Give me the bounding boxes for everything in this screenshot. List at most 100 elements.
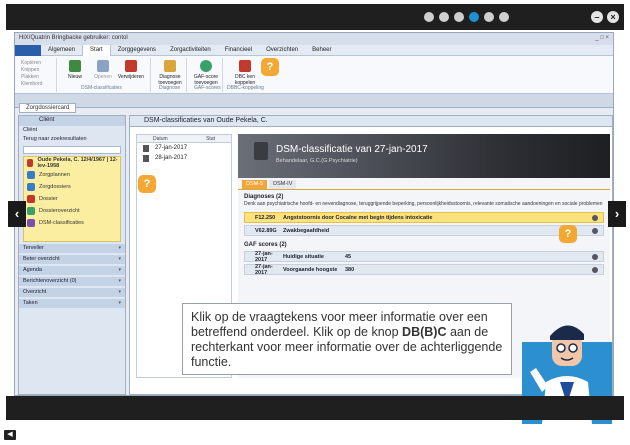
gaf-date: 27-jan-2017 <box>255 250 273 263</box>
left-section[interactable]: Berichtenoverzicht (0) ▾ <box>19 277 125 286</box>
left-section[interactable]: Terveller ▾ <box>19 244 125 253</box>
gaf-icon <box>200 60 212 72</box>
client-item-label: Zorgplannen <box>39 172 70 178</box>
gaf-row[interactable]: 27-jan-2017 Huidige situatie 45 <box>244 250 604 263</box>
group-label: Klembord <box>21 81 43 87</box>
gaf-group: GAF-score toevoegen GAF-scores <box>189 58 223 92</box>
window-title: HiX/Quatrin Bringbacke gebruiker: contol <box>19 35 128 41</box>
delete-button[interactable]: Verwijderen <box>117 60 145 80</box>
tooltip-button-name: DB(B)C <box>402 325 447 339</box>
client-item-icon <box>27 219 35 227</box>
ribbon-tab-beheer[interactable]: Beheer <box>305 45 338 56</box>
help-badge-datelist[interactable]: ? <box>138 175 156 193</box>
client-nav-item[interactable]: Dossieroverzicht <box>24 205 120 217</box>
pager-dot[interactable] <box>499 12 509 22</box>
client-item-label: Zorgdossiers <box>39 184 71 190</box>
client-nav-item[interactable]: Dossier <box>24 193 120 205</box>
left-section[interactable]: Agenda ▾ <box>19 266 125 275</box>
client-panel-header: Cliënt <box>19 116 125 126</box>
date-label: 28-jan-2017 <box>155 155 188 161</box>
delete-icon <box>125 60 137 72</box>
options-icon[interactable] <box>592 254 598 260</box>
ribbon-tab-zorgactiviteiten[interactable]: Zorgactiviteiten <box>163 45 218 56</box>
pager-dot[interactable] <box>439 12 449 22</box>
client-card: Oude Pekela, C. 12/4/1967 | 12-lev-1958 Z… <box>23 156 121 242</box>
dbc-group: DBC ken koppelen DBBC-koppeling <box>225 58 265 92</box>
date-list-item[interactable]: 27-jan-2017 <box>137 143 231 153</box>
minimize-icon[interactable]: – <box>591 11 603 23</box>
gaf-label: Voorgaande hoogste <box>283 266 338 273</box>
help-badge-diagnosis[interactable]: ? <box>559 225 577 243</box>
ribbon-tab-overzichten[interactable]: Overzichten <box>259 45 305 56</box>
document-tab[interactable]: Zorgdossiercard <box>19 103 77 113</box>
client-item-icon <box>27 207 35 215</box>
left-section-label: Berichtenoverzicht (0) <box>23 278 77 284</box>
new-button[interactable]: Nieuw <box>61 60 89 80</box>
left-section[interactable]: Beter overzicht ▾ <box>19 255 125 264</box>
open-button[interactable]: Openen <box>89 60 117 80</box>
gaf-row[interactable]: 27-jan-2017 Voorgaande hoogste 380 <box>244 264 604 276</box>
left-section[interactable]: Taken ▾ <box>19 299 125 308</box>
client-name: Oude Pekela, C. 12/4/1967 | 12-lev-1958 <box>24 157 120 169</box>
left-section-label: Beter overzicht <box>23 256 60 262</box>
client-item-label: Oude Pekela, C. 12/4/1967 | 12-lev-1958 <box>37 157 118 169</box>
next-arrow[interactable]: › <box>608 201 626 227</box>
group-label: GAF-scores <box>194 85 221 91</box>
back-to-results-link[interactable]: Terug naar zoekresultaten <box>19 135 125 144</box>
clipboard-command[interactable]: Plakken <box>21 74 52 81</box>
chevron-down-icon: ▾ <box>118 256 121 262</box>
file-tab[interactable] <box>15 44 41 56</box>
tab-dsm-iv[interactable]: DSM-IV <box>269 180 297 189</box>
clipboard-command[interactable]: Kopiëren <box>21 60 52 67</box>
client-panel-title: Cliënt <box>39 117 55 123</box>
diagnoses-title: Diagnoses (2) <box>244 194 284 200</box>
tab-dsm-5[interactable]: DSM-5 <box>242 180 268 189</box>
diagnosis-row[interactable]: V62.89G Zwakbegaafdheid <box>244 225 604 236</box>
tutorial-frame: – × HiX/Quatrin Bringbacke gebruiker: co… <box>0 0 630 426</box>
open-icon <box>97 60 109 72</box>
date-list-header: Datum Stat <box>137 135 231 143</box>
client-item-icon <box>27 171 35 179</box>
pager-dot[interactable] <box>424 12 434 22</box>
window-controls[interactable]: _ □ × <box>595 35 609 41</box>
ribbon-tab-financieel[interactable]: Financieel <box>218 45 259 56</box>
pager-dot[interactable] <box>469 12 479 22</box>
pager-dot[interactable] <box>484 12 494 22</box>
help-badge-ribbon[interactable]: ? <box>261 58 279 76</box>
pager-dot[interactable] <box>454 12 464 22</box>
gaf-value: 380 <box>345 266 355 273</box>
client-nav-item[interactable]: Zorgdossiers <box>24 181 120 193</box>
close-icon[interactable]: × <box>607 11 619 23</box>
options-icon[interactable] <box>592 228 598 234</box>
diagnosis-row[interactable]: F12.250 Angststoornis door Cocaïne met be… <box>244 212 604 223</box>
ribbon-tab-zorggegevens[interactable]: Zorggegevens <box>111 45 163 56</box>
new-icon <box>69 60 81 72</box>
options-icon[interactable] <box>592 215 598 221</box>
left-section[interactable]: Overzicht ▾ <box>19 288 125 297</box>
document-icon <box>143 145 149 152</box>
ribbon-tab-algemeen[interactable]: Algemeen <box>41 45 82 56</box>
gaf-value: 45 <box>345 253 352 260</box>
add-gaf-button[interactable]: GAF-score toevoegen <box>192 60 220 86</box>
options-icon[interactable] <box>592 267 598 273</box>
clipboard-command[interactable]: Knippen <box>21 67 52 74</box>
ribbon-tab-start[interactable]: Start <box>82 44 111 56</box>
add-diagnosis-button[interactable]: Diagnose toevoegen <box>156 60 184 86</box>
client-nav-item[interactable]: DSM-classificaties <box>24 217 120 229</box>
client-item-icon <box>27 195 35 203</box>
diagnosis-icon <box>164 60 176 72</box>
main-header: DSM-classificaties van Oude Pekela, C. <box>130 116 612 127</box>
link-icon <box>239 60 251 72</box>
client-search-input[interactable] <box>23 146 121 154</box>
link-dbc-button[interactable]: DBC ken koppelen <box>231 60 259 86</box>
back-icon[interactable]: ◀ <box>4 430 16 440</box>
prev-arrow[interactable]: ‹ <box>8 201 26 227</box>
ribbon: Kopiëren Knippen Plakken Klembord Nieuw Ope… <box>15 56 613 94</box>
tutorial-top-bar: – × <box>6 4 624 30</box>
group-label: DSM-classificaties <box>81 85 122 91</box>
client-nav-item[interactable]: Zorgplannen <box>24 169 120 181</box>
diagnosis-name: Zwakbegaafdheid <box>283 227 330 234</box>
document-tabbar: Zorgdossiercard <box>15 94 613 113</box>
diagnosis-name: Angststoornis door Cocaïne met begin tij… <box>283 214 433 221</box>
date-list-item[interactable]: 28-jan-2017 <box>137 153 231 163</box>
